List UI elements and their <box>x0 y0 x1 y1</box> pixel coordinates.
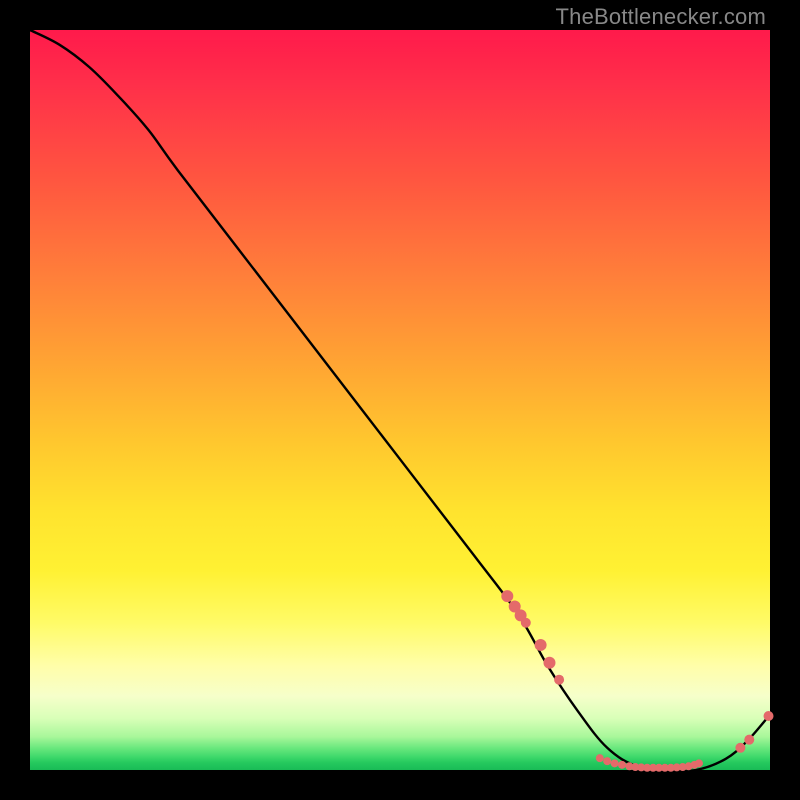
data-marker <box>543 657 555 669</box>
chart-frame: TheBottlenecker.com <box>0 0 800 800</box>
data-marker <box>521 618 531 628</box>
data-markers <box>501 590 773 772</box>
data-marker <box>554 675 564 685</box>
data-marker <box>535 639 547 651</box>
data-marker <box>735 743 745 753</box>
data-marker <box>695 759 703 767</box>
data-marker <box>603 757 611 765</box>
watermark-text: TheBottlenecker.com <box>556 4 766 30</box>
data-marker <box>744 735 754 745</box>
data-marker <box>596 754 604 762</box>
data-marker <box>501 590 513 602</box>
data-marker <box>611 759 619 767</box>
bottleneck-curve <box>30 30 770 771</box>
plot-area <box>30 30 770 770</box>
data-marker <box>764 711 774 721</box>
chart-overlay <box>30 30 770 770</box>
data-marker <box>618 761 626 769</box>
